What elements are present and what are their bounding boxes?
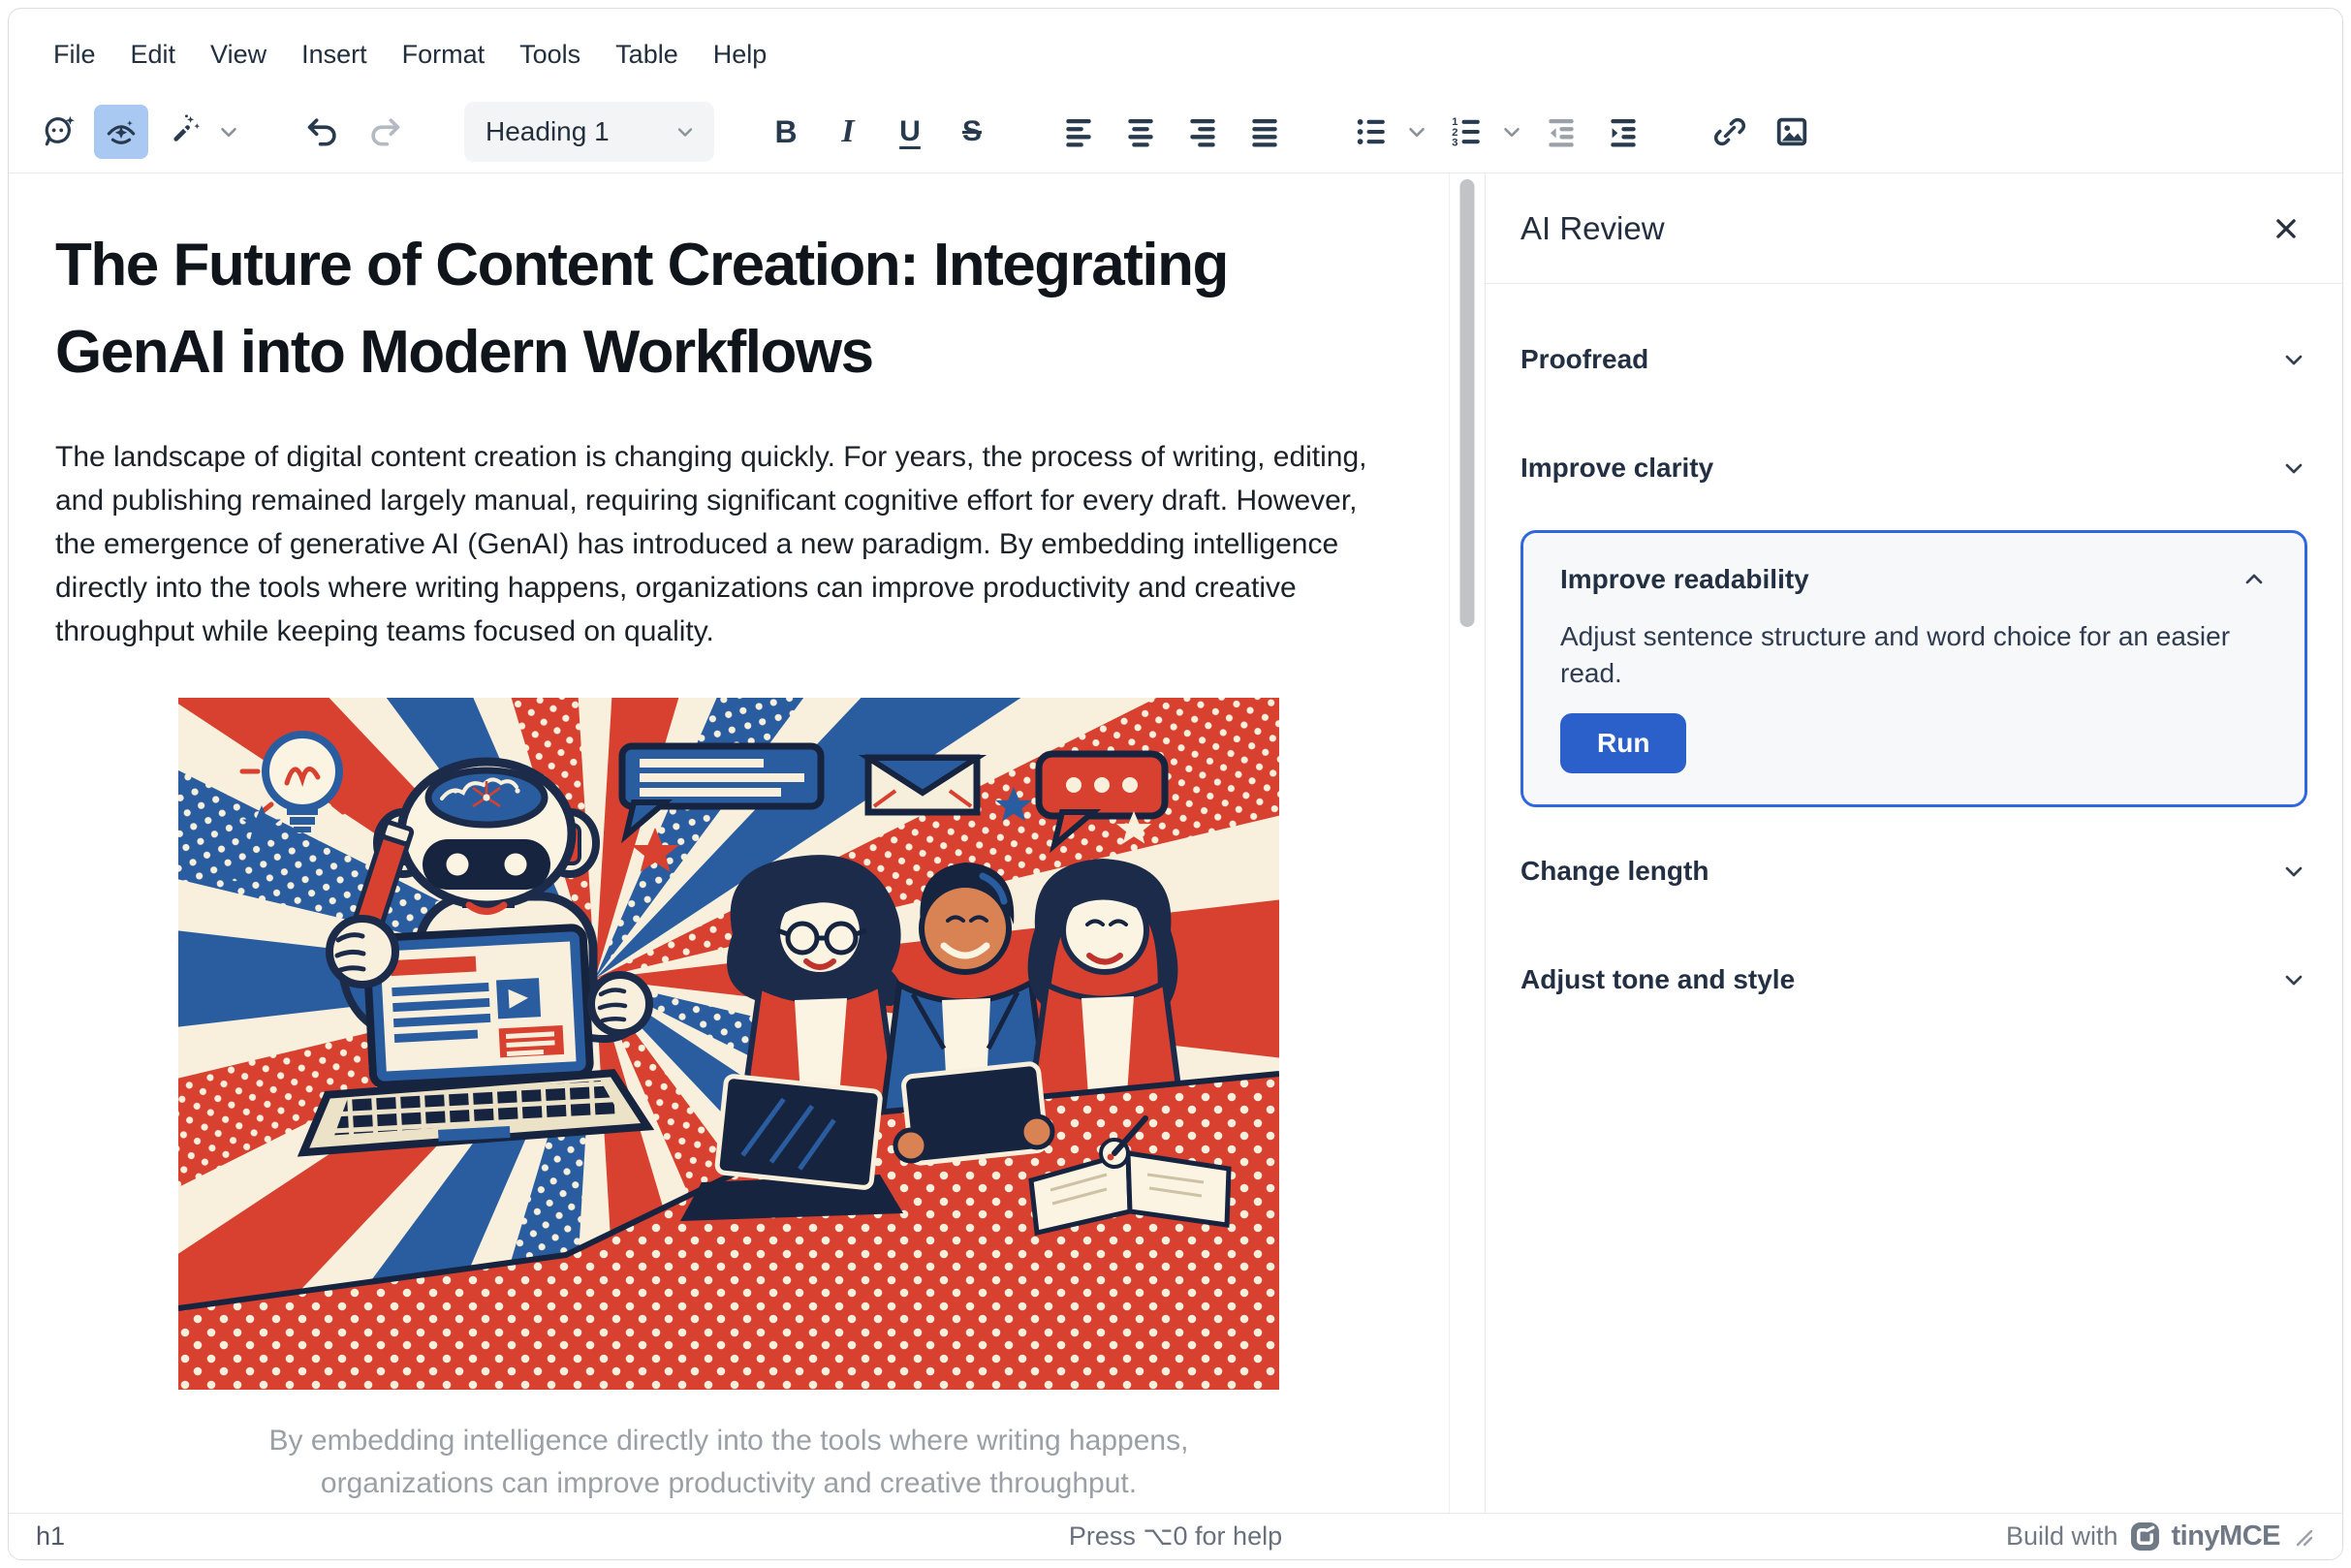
magic-wand-icon: [165, 113, 202, 150]
redo-button[interactable]: [358, 105, 412, 159]
link-button[interactable]: [1703, 105, 1757, 159]
toolbar-list-group: 1 2 3: [1344, 105, 1658, 159]
section-improve-clarity[interactable]: Improve clarity: [1520, 414, 2307, 522]
run-button[interactable]: Run: [1560, 713, 1686, 773]
brand-name[interactable]: tinyMCE: [2172, 1521, 2281, 1552]
link-icon: [1711, 113, 1748, 150]
help-shortcut-text: Press ⌥0 for help: [1069, 1521, 1282, 1552]
toolbar: Heading 1 B I U S: [9, 90, 2342, 173]
numbered-list-button[interactable]: 1 2 3: [1439, 105, 1493, 159]
close-icon: [2272, 214, 2301, 243]
chevron-down-icon: [2280, 966, 2307, 993]
figure-caption[interactable]: By embedding intelligence directly into …: [178, 1420, 1279, 1505]
ai-review-button[interactable]: [94, 105, 148, 159]
resize-handle-icon[interactable]: [2292, 1525, 2315, 1549]
toolbar-history-group: [296, 105, 420, 159]
tinymce-logo-icon: [2130, 1521, 2160, 1552]
numbered-list-icon: 1 2 3: [1448, 113, 1485, 150]
outdent-icon: [1543, 113, 1580, 150]
section-improve-readability: Improve readability Adjust sentence stru…: [1520, 530, 2307, 807]
ai-shortcuts-button[interactable]: [156, 105, 210, 159]
chevron-down-icon: [674, 120, 697, 143]
align-center-button[interactable]: [1113, 105, 1168, 159]
block-format-value: Heading 1: [486, 116, 610, 147]
italic-button[interactable]: I: [821, 105, 875, 159]
editor-scrollbar[interactable]: [1449, 173, 1486, 1513]
menu-view[interactable]: View: [193, 30, 284, 79]
toolbar-format-group: Heading 1: [464, 102, 714, 162]
section-proofread[interactable]: Proofread: [1520, 305, 2307, 414]
editor-content[interactable]: The Future of Content Creation: Integrat…: [9, 173, 1449, 1513]
image-icon: [1773, 113, 1810, 150]
ai-review-sidebar: AI Review Proofread Improve clarity: [1486, 173, 2342, 1513]
chevron-down-icon[interactable]: [1499, 119, 1524, 144]
menu-help[interactable]: Help: [696, 30, 785, 79]
chevron-down-icon: [2280, 455, 2307, 482]
ai-assistant-button[interactable]: [32, 105, 86, 159]
sidebar-header: AI Review: [1486, 173, 2342, 284]
robot-collaboration-illustration: [178, 698, 1279, 1390]
undo-icon: [304, 113, 341, 150]
block-format-select[interactable]: Heading 1: [464, 102, 714, 162]
document-figure[interactable]: By embedding intelligence directly into …: [178, 698, 1279, 1505]
main-area: The Future of Content Creation: Integrat…: [9, 173, 2342, 1513]
underline-button[interactable]: U: [883, 105, 937, 159]
menu-format[interactable]: Format: [385, 30, 503, 79]
image-button[interactable]: [1765, 105, 1819, 159]
chevron-down-icon[interactable]: [1404, 119, 1429, 144]
align-right-button[interactable]: [1176, 105, 1230, 159]
bullet-list-icon: [1353, 113, 1390, 150]
sidebar-close-button[interactable]: [2265, 207, 2307, 250]
tablet-man: [895, 1063, 1052, 1164]
sidebar-body: Proofread Improve clarity Improve readab…: [1486, 284, 2342, 1055]
editor-window: File Edit View Insert Format Tools Table…: [8, 8, 2343, 1560]
toolbar-ai-group: [32, 105, 251, 159]
ai-assistant-icon: [41, 113, 78, 150]
section-description: Adjust sentence structure and word choic…: [1560, 618, 2268, 692]
menu-edit[interactable]: Edit: [113, 30, 194, 79]
section-adjust-tone-and-style[interactable]: Adjust tone and style: [1520, 925, 2307, 1034]
section-improve-readability-header[interactable]: Improve readability: [1560, 560, 2268, 599]
envelope-icon: [868, 758, 977, 812]
toolbar-align-group: [1051, 105, 1300, 159]
menu-tools[interactable]: Tools: [502, 30, 598, 79]
svg-text:3: 3: [1452, 137, 1458, 148]
undo-button[interactable]: [296, 105, 350, 159]
bullet-list-button[interactable]: [1344, 105, 1398, 159]
align-justify-icon: [1246, 113, 1283, 150]
element-path[interactable]: h1: [36, 1521, 1069, 1552]
menu-bar: File Edit View Insert Format Tools Table…: [9, 9, 2342, 90]
align-right-icon: [1184, 113, 1221, 150]
outdent-button[interactable]: [1534, 105, 1588, 159]
indent-button[interactable]: [1596, 105, 1650, 159]
chevron-down-icon: [2280, 858, 2307, 885]
menu-table[interactable]: Table: [598, 30, 696, 79]
bold-button[interactable]: B: [759, 105, 813, 159]
indent-icon: [1605, 113, 1642, 150]
toolbar-text-style-group: B I U S: [759, 105, 1007, 159]
menu-insert[interactable]: Insert: [284, 30, 385, 79]
strikethrough-button[interactable]: S: [945, 105, 999, 159]
status-bar: h1 Press ⌥0 for help Build with tinyMCE: [9, 1513, 2342, 1559]
align-left-button[interactable]: [1051, 105, 1106, 159]
align-justify-button[interactable]: [1238, 105, 1292, 159]
align-center-icon: [1122, 113, 1159, 150]
align-left-icon: [1060, 113, 1097, 150]
chevron-down-icon[interactable]: [216, 119, 241, 144]
document-paragraph[interactable]: The landscape of digital content creatio…: [55, 435, 1402, 653]
toolbar-insert-group: [1703, 105, 1827, 159]
scrollbar-thumb[interactable]: [1460, 179, 1475, 627]
menu-file[interactable]: File: [36, 30, 113, 79]
redo-icon: [366, 113, 403, 150]
ai-review-icon: [103, 113, 140, 150]
sidebar-title: AI Review: [1520, 210, 1665, 247]
branding: Build with tinyMCE: [1282, 1521, 2315, 1552]
document-title[interactable]: The Future of Content Creation: Integrat…: [55, 222, 1373, 396]
brand-prefix: Build with: [2006, 1521, 2118, 1552]
chevron-down-icon: [2280, 346, 2307, 373]
chevron-up-icon: [2241, 566, 2268, 593]
section-change-length[interactable]: Change length: [1520, 817, 2307, 925]
